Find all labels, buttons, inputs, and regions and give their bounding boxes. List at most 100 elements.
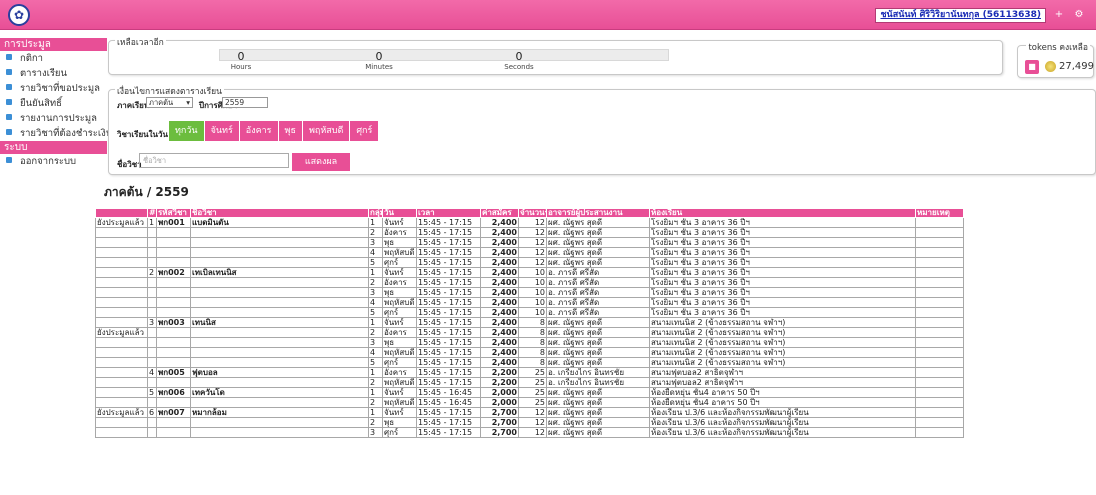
header-capacity: จำนวนรับ	[518, 208, 547, 218]
sidebar-item-requested-courses[interactable]: รายวิชาที่ขอประมูล	[0, 81, 107, 96]
tab-all-days[interactable]: ทุกวัน	[169, 121, 204, 141]
minutes-label: Minutes	[365, 63, 393, 71]
cell-day: จันทร์	[382, 317, 417, 328]
cell-note	[915, 267, 964, 278]
cell-course-name	[190, 277, 369, 288]
cell-course-code[interactable]: พก003	[156, 317, 191, 328]
tab-tuesday[interactable]: อังคาร	[239, 121, 278, 141]
cell-fee: 2,000	[480, 387, 519, 398]
cell-capacity: 12	[518, 237, 547, 248]
cell-time: 15:45 - 16:45	[416, 387, 481, 398]
countdown-panel: เหลือเวลาอีก 0 Hours 0 Minutes 0 Seconds	[108, 35, 1003, 75]
sidebar-section-auction: การประมูล	[0, 38, 107, 51]
tab-thursday[interactable]: พฤหัสบดี	[302, 121, 350, 141]
cell-time: 15:45 - 17:15	[416, 287, 481, 298]
cell-course-code[interactable]: พก001	[156, 217, 191, 228]
show-results-button[interactable]: แสดงผล	[292, 153, 350, 171]
cell-capacity: 25	[518, 397, 547, 408]
cell-course-code[interactable]: พก007	[156, 407, 191, 418]
cell-capacity: 25	[518, 387, 547, 398]
cell-room: โรงยิมฯ ชั้น 3 อาคาร 36 ปีฯ	[649, 297, 916, 308]
year-input[interactable]: 2559	[222, 97, 268, 108]
cell-room: ห้องยืดหยุ่น ชั้น4 อาคาร 50 ปีฯ	[649, 397, 916, 408]
token-menu-icon[interactable]: ■	[1025, 60, 1039, 74]
sidebar-item-schedule[interactable]: ตารางเรียน	[0, 66, 107, 81]
cell-fee: 2,400	[480, 237, 519, 248]
cell-course-code	[156, 337, 191, 348]
cell-instructor: ผศ. ณัฐพร สุดดี	[546, 387, 650, 398]
sidebar-item-auction-report[interactable]: รายงานการประมูล	[0, 111, 107, 126]
cell-capacity: 12	[518, 257, 547, 268]
cell-course-name[interactable]: ฟุตบอล	[190, 367, 369, 378]
cell-course-name[interactable]: แบดมินตัน	[190, 217, 369, 228]
app-logo[interactable]: ✿	[8, 4, 30, 26]
subject-search-input[interactable]: ชื่อวิชา	[139, 153, 289, 168]
cell-instructor: ผศ. ณัฐพร สุดดี	[546, 247, 650, 258]
cell-note	[915, 317, 964, 328]
cell-room: สนามฟุตบอล2 สาธิตจุฬาฯ	[649, 377, 916, 388]
cell-course-name[interactable]: เทควันโด	[190, 387, 369, 398]
cell-index	[147, 427, 157, 438]
cell-day: อังคาร	[382, 227, 417, 238]
cell-room: สนามเทนนิส 2 (ข้างธรรมสถาน จฬาฯ)	[649, 337, 916, 348]
cell-room: โรงยิมฯ ชั้น 3 อาคาร 36 ปีฯ	[649, 267, 916, 278]
cell-room: ห้องเรียน ป.3/6 และห้องกิจกรรมพัฒนาผู้เร…	[649, 427, 916, 438]
cell-instructor: อ. ภารดี ศรีสัด	[546, 307, 650, 318]
cell-time: 15:45 - 17:15	[416, 357, 481, 368]
cell-group: 4	[368, 347, 383, 358]
cell-status	[95, 397, 148, 408]
gear-icon[interactable]: ⚙	[1072, 8, 1086, 22]
sidebar-item-logout[interactable]: ออกจากระบบ	[0, 154, 107, 169]
cell-course-code	[156, 237, 191, 248]
term-label: ภาคเรียน	[117, 101, 150, 110]
cell-note	[915, 277, 964, 288]
cell-course-code[interactable]: พก006	[156, 387, 191, 398]
cell-status	[95, 287, 148, 298]
cell-course-name[interactable]: เทเบิลเทนนิส	[190, 267, 369, 278]
page-title: ภาคต้น / 2559	[104, 185, 189, 199]
cell-index	[147, 277, 157, 288]
cell-course-name	[190, 327, 369, 338]
sidebar-item-rules[interactable]: กติกา	[0, 51, 107, 66]
table-row: ยังประมูลแล้ว 1 พก001 แบดมินตัน 1 จันทร์ 15:45…	[95, 217, 964, 228]
schedule-table: #รหัสวิชาชื่อวิชากลุ่มวันเวลาค่าสมัครจำน…	[95, 208, 964, 438]
plus-icon[interactable]: +	[1052, 8, 1066, 22]
hours-value: 0	[237, 50, 245, 63]
cell-instructor: ผศ. ณัฐพร สุดดี	[546, 337, 650, 348]
cell-index	[147, 307, 157, 318]
sidebar-section-system: ระบบ	[0, 141, 107, 154]
cell-room: ห้องยืดหยุ่น ชั้น4 อาคาร 50 ปีฯ	[649, 387, 916, 398]
cell-course-code	[156, 397, 191, 408]
cell-course-name[interactable]: เทนนิส	[190, 317, 369, 328]
cell-instructor: ผศ. ณัฐพร สุดดี	[546, 227, 650, 238]
table-row: 5 ศุกร์ 15:45 - 17:15 2,400 8 ผศ. ณัฐพร สุดดี…	[95, 357, 964, 368]
cell-instructor: อ. ภารดี ศรีสัด	[546, 287, 650, 298]
tab-friday[interactable]: ศุกร์	[350, 121, 379, 141]
cell-fee: 2,400	[480, 267, 519, 278]
cell-course-name	[190, 377, 369, 388]
cell-course-name[interactable]: หมากล้อม	[190, 407, 369, 418]
table-row: 4 พฤหัสบดี 15:45 - 17:15 2,400 8 ผศ. ณัฐพร สุ…	[95, 347, 964, 358]
cell-course-code[interactable]: พก002	[156, 267, 191, 278]
sidebar-item-payment-courses[interactable]: รายวิชาที่ต้องชำระเงิน	[0, 126, 112, 141]
sidebar-item-confirm-rights[interactable]: ยืนยันสิทธิ์	[0, 96, 107, 111]
cell-instructor: อ. เกรียงไกร อินทรชัย	[546, 367, 650, 378]
cell-index	[147, 227, 157, 238]
cell-capacity: 10	[518, 307, 547, 318]
cell-course-code[interactable]: พก005	[156, 367, 191, 378]
table-row: ยังประมูลแล้ว 6 พก007 หมากล้อม 1 จันทร์ 15:45 …	[95, 407, 964, 418]
cell-day: พฤหัสบดี	[382, 247, 417, 258]
cell-status	[95, 357, 148, 368]
cell-status: ยังประมูลแล้ว	[95, 407, 148, 418]
cell-course-code	[156, 327, 191, 338]
countdown-hours: 0 Hours	[171, 50, 311, 72]
tab-monday[interactable]: จันทร์	[204, 121, 239, 141]
cell-fee: 2,400	[480, 287, 519, 298]
user-name-link[interactable]: ชนัสนันท์ ศิริวิริยานันทกุล (56113638)	[875, 8, 1046, 23]
cell-fee: 2,400	[480, 247, 519, 258]
cell-status	[95, 367, 148, 378]
cell-capacity: 12	[518, 407, 547, 418]
term-select[interactable]: ภาคต้น ▾	[146, 97, 193, 108]
tab-wednesday[interactable]: พุธ	[278, 121, 302, 141]
cell-index	[147, 357, 157, 368]
